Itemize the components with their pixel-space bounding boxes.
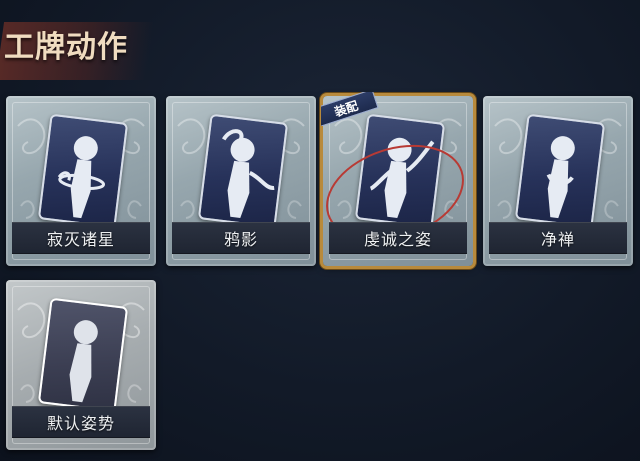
card-pose-jimie-zhuxing[interactable]: 寂灭诸星 [6, 96, 156, 266]
equipped-badge: 装配 [321, 92, 381, 126]
pose-portrait [37, 297, 129, 413]
card-label-bar: 默认姿势 [12, 406, 150, 438]
card-label-bar: 寂灭诸星 [12, 222, 150, 254]
pose-silhouette-icon [369, 137, 435, 219]
pose-silhouette-icon [57, 136, 106, 219]
card-label-bar: 虔诚之姿 [329, 222, 467, 254]
card-label: 净禅 [540, 230, 575, 249]
pose-silhouette-icon [546, 136, 575, 219]
card-label: 虔诚之姿 [363, 230, 432, 249]
pose-portrait [354, 113, 446, 229]
pose-silhouette-icon [69, 320, 98, 403]
card-pose-yaying[interactable]: 鸦影 [166, 96, 316, 266]
pose-portrait [197, 113, 289, 229]
page-title: 工牌动作 [4, 30, 128, 65]
pose-portrait [514, 113, 606, 229]
card-label-bar: 鸦影 [172, 222, 310, 254]
card-pose-default[interactable]: 默认姿势 [6, 280, 156, 450]
pose-portrait [37, 113, 129, 229]
section-header: 工牌动作 [0, 14, 170, 80]
card-label: 默认姿势 [46, 414, 115, 433]
card-label: 鸦影 [223, 230, 258, 249]
card-pose-qiancheng-zhizi[interactable]: 装配 虔诚之姿 [321, 92, 473, 266]
pose-silhouette-icon [221, 129, 275, 219]
card-pose-jingchan[interactable]: 净禅 [483, 96, 633, 266]
card-label-bar: 净禅 [489, 222, 627, 254]
equipped-badge-label: 装配 [332, 98, 360, 119]
card-label: 寂灭诸星 [46, 230, 115, 249]
